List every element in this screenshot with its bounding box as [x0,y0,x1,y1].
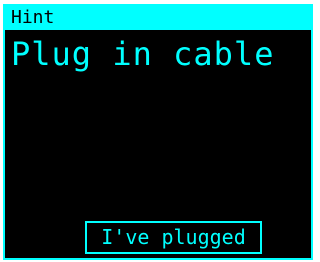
confirm-plugged-button[interactable]: I've plugged [85,221,262,254]
dialog-title: Hint [5,6,311,30]
dialog-message: Plug in cable [11,35,275,73]
hint-dialog: Hint Plug in cable I've plugged [3,4,313,260]
